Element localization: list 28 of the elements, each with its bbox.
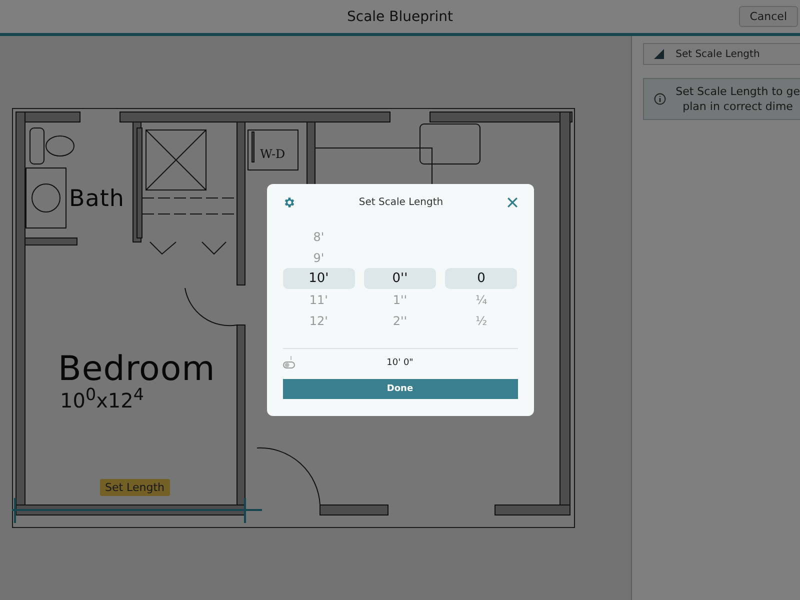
toggle-icon bbox=[282, 355, 294, 369]
picker-option[interactable]: 10' bbox=[282, 268, 355, 289]
ruler-triangle-icon bbox=[654, 49, 664, 59]
measure-tag[interactable]: Set Length bbox=[100, 479, 170, 496]
picker-option[interactable]: 11' bbox=[282, 289, 355, 310]
length-reading: 10' 0" bbox=[386, 358, 414, 368]
picker-option[interactable]: 12' bbox=[282, 310, 355, 331]
picker-option[interactable]: 8' bbox=[282, 226, 355, 247]
picker-option[interactable]: ½ bbox=[445, 310, 518, 331]
picker-option[interactable]: 2'' bbox=[364, 310, 436, 331]
window-title: Scale Blueprint bbox=[347, 8, 453, 24]
picker-option[interactable]: 9' bbox=[282, 247, 355, 268]
room-label: Bath bbox=[69, 188, 124, 211]
picker-option[interactable]: 0'' bbox=[364, 268, 436, 289]
cancel-button[interactable]: Cancel bbox=[738, 6, 798, 27]
dialog-title: Set Scale Length bbox=[358, 196, 444, 208]
info-text: Set Scale Length to ge plan in correct dime bbox=[676, 84, 800, 114]
picker-option[interactable]: 1'' bbox=[364, 289, 436, 310]
close-icon[interactable] bbox=[506, 196, 518, 208]
done-button[interactable]: Done bbox=[282, 379, 518, 399]
picker-option[interactable]: 0 bbox=[445, 268, 518, 289]
settings-icon[interactable] bbox=[282, 196, 296, 208]
info-icon bbox=[654, 93, 666, 105]
scale-length-button[interactable]: Set Scale Length bbox=[642, 43, 800, 65]
appliance-label: W-D bbox=[260, 148, 286, 160]
room-dimension: 10$^{0}$x12$^{4}$ bbox=[60, 387, 144, 411]
picker-option[interactable]: ¼ bbox=[445, 289, 518, 310]
room-label: Bedroom bbox=[58, 352, 216, 386]
